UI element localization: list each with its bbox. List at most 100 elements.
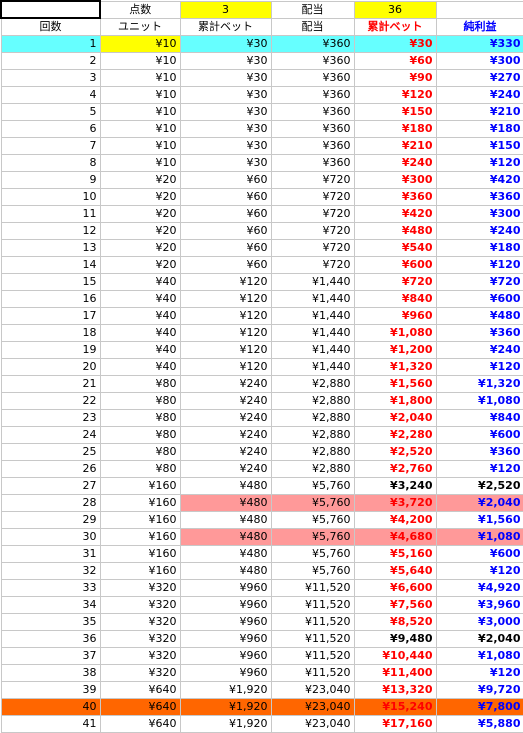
cell-cumulative-bet[interactable]: ¥3,720 (353, 494, 437, 512)
cell-round[interactable]: 9 (0, 171, 101, 189)
cell-unit[interactable]: ¥80 (99, 409, 181, 427)
cell-bet[interactable]: ¥120 (179, 341, 272, 359)
cell-net-profit[interactable]: ¥270 (435, 69, 523, 87)
cell-round[interactable]: 11 (0, 205, 101, 223)
cell-cumulative-bet[interactable]: ¥1,320 (353, 358, 437, 376)
cell-round[interactable]: 40 (0, 698, 101, 716)
cell-unit[interactable]: ¥80 (99, 460, 181, 478)
cell-cumulative-bet[interactable]: ¥720 (353, 273, 437, 291)
cell-payout[interactable]: ¥360 (270, 35, 355, 53)
cell-bet[interactable]: ¥240 (179, 460, 272, 478)
cell-unit[interactable]: ¥20 (99, 205, 181, 223)
cell-cumulative-bet[interactable]: ¥240 (353, 154, 437, 172)
cell-unit[interactable]: ¥80 (99, 443, 181, 461)
cell-net-profit[interactable]: ¥3,960 (435, 596, 523, 614)
header-cumulative-bet[interactable]: 累計ベット (179, 17, 272, 36)
cell-cumulative-bet[interactable]: ¥360 (353, 188, 437, 206)
header-payout[interactable]: 配当 (270, 17, 355, 36)
cell-payout[interactable]: ¥360 (270, 120, 355, 138)
cell-round[interactable]: 4 (0, 86, 101, 104)
cell-net-profit[interactable]: ¥480 (435, 307, 523, 325)
cell-net-profit[interactable]: ¥360 (435, 324, 523, 342)
points-label[interactable]: 点数 (99, 0, 181, 19)
cell-round[interactable]: 5 (0, 103, 101, 121)
cell-round[interactable]: 24 (0, 426, 101, 444)
cell-cumulative-bet[interactable]: ¥9,480 (353, 630, 437, 648)
cell-round[interactable]: 18 (0, 324, 101, 342)
cell-net-profit[interactable]: ¥300 (435, 205, 523, 223)
cell-round[interactable]: 3 (0, 69, 101, 87)
cell-payout[interactable]: ¥360 (270, 103, 355, 121)
cell-payout[interactable]: ¥5,760 (270, 545, 355, 563)
cell-bet[interactable]: ¥120 (179, 307, 272, 325)
cell-unit[interactable]: ¥10 (99, 86, 181, 104)
cell-unit[interactable]: ¥10 (99, 120, 181, 138)
payout-value[interactable]: 36 (353, 0, 437, 19)
cell-cumulative-bet[interactable]: ¥180 (353, 120, 437, 138)
cell-cumulative-bet[interactable]: ¥2,040 (353, 409, 437, 427)
cell-net-profit[interactable]: ¥1,080 (435, 392, 523, 410)
cell-cumulative-bet[interactable]: ¥30 (353, 35, 437, 53)
cell-unit[interactable]: ¥20 (99, 222, 181, 240)
cell-round[interactable]: 6 (0, 120, 101, 138)
cell-payout[interactable]: ¥11,520 (270, 664, 355, 682)
cell-bet[interactable]: ¥480 (179, 562, 272, 580)
cell-bet[interactable]: ¥120 (179, 273, 272, 291)
cell-payout[interactable]: ¥720 (270, 171, 355, 189)
cell-round[interactable]: 16 (0, 290, 101, 308)
cell-net-profit[interactable]: ¥120 (435, 358, 523, 376)
cell-round[interactable]: 8 (0, 154, 101, 172)
cell-payout[interactable]: ¥2,880 (270, 375, 355, 393)
cell-round[interactable]: 14 (0, 256, 101, 274)
cell-round[interactable]: 28 (0, 494, 101, 512)
cell-bet[interactable]: ¥120 (179, 290, 272, 308)
cell-cumulative-bet[interactable]: ¥13,320 (353, 681, 437, 699)
cell-payout[interactable]: ¥360 (270, 52, 355, 70)
cell-unit[interactable]: ¥40 (99, 358, 181, 376)
cell-bet[interactable]: ¥480 (179, 477, 272, 495)
cell-cumulative-bet[interactable]: ¥210 (353, 137, 437, 155)
cell-bet[interactable]: ¥960 (179, 579, 272, 597)
cell-round[interactable]: 12 (0, 222, 101, 240)
cell-net-profit[interactable]: ¥240 (435, 341, 523, 359)
cell-unit[interactable]: ¥640 (99, 681, 181, 699)
cell-net-profit[interactable]: ¥300 (435, 52, 523, 70)
cell-bet[interactable]: ¥480 (179, 511, 272, 529)
cell-net-profit[interactable]: ¥720 (435, 273, 523, 291)
cell-payout[interactable]: ¥1,440 (270, 324, 355, 342)
cell-cumulative-bet[interactable]: ¥6,600 (353, 579, 437, 597)
cell-net-profit[interactable]: ¥3,000 (435, 613, 523, 631)
cell-round[interactable]: 1 (0, 35, 101, 53)
cell-cumulative-bet[interactable]: ¥480 (353, 222, 437, 240)
cell-unit[interactable]: ¥160 (99, 562, 181, 580)
cell-net-profit[interactable]: ¥1,080 (435, 647, 523, 665)
cell-cumulative-bet[interactable]: ¥300 (353, 171, 437, 189)
cell-unit[interactable]: ¥320 (99, 664, 181, 682)
cell-round[interactable]: 31 (0, 545, 101, 563)
cell-payout[interactable]: ¥720 (270, 188, 355, 206)
cell-net-profit[interactable]: ¥120 (435, 154, 523, 172)
cell-net-profit[interactable]: ¥180 (435, 239, 523, 257)
cell-payout[interactable]: ¥1,440 (270, 341, 355, 359)
cell-net-profit[interactable]: ¥600 (435, 545, 523, 563)
points-value[interactable]: 3 (179, 0, 272, 19)
cell-bet[interactable]: ¥30 (179, 52, 272, 70)
cell-net-profit[interactable]: ¥420 (435, 171, 523, 189)
cell-payout[interactable]: ¥720 (270, 256, 355, 274)
cell-cumulative-bet[interactable]: ¥17,160 (353, 715, 437, 733)
cell-unit[interactable]: ¥10 (99, 103, 181, 121)
cell-payout[interactable]: ¥5,760 (270, 477, 355, 495)
cell-round[interactable]: 20 (0, 358, 101, 376)
cell-unit[interactable]: ¥40 (99, 290, 181, 308)
cell-bet[interactable]: ¥1,920 (179, 715, 272, 733)
cell-round[interactable]: 36 (0, 630, 101, 648)
cell-bet[interactable]: ¥1,920 (179, 681, 272, 699)
cell-round[interactable]: 34 (0, 596, 101, 614)
cell-bet[interactable]: ¥120 (179, 324, 272, 342)
cell-bet[interactable]: ¥960 (179, 664, 272, 682)
cell-bet[interactable]: ¥30 (179, 35, 272, 53)
cell-net-profit[interactable]: ¥4,920 (435, 579, 523, 597)
cell-round[interactable]: 25 (0, 443, 101, 461)
cell-unit[interactable]: ¥320 (99, 647, 181, 665)
cell-payout[interactable]: ¥23,040 (270, 715, 355, 733)
